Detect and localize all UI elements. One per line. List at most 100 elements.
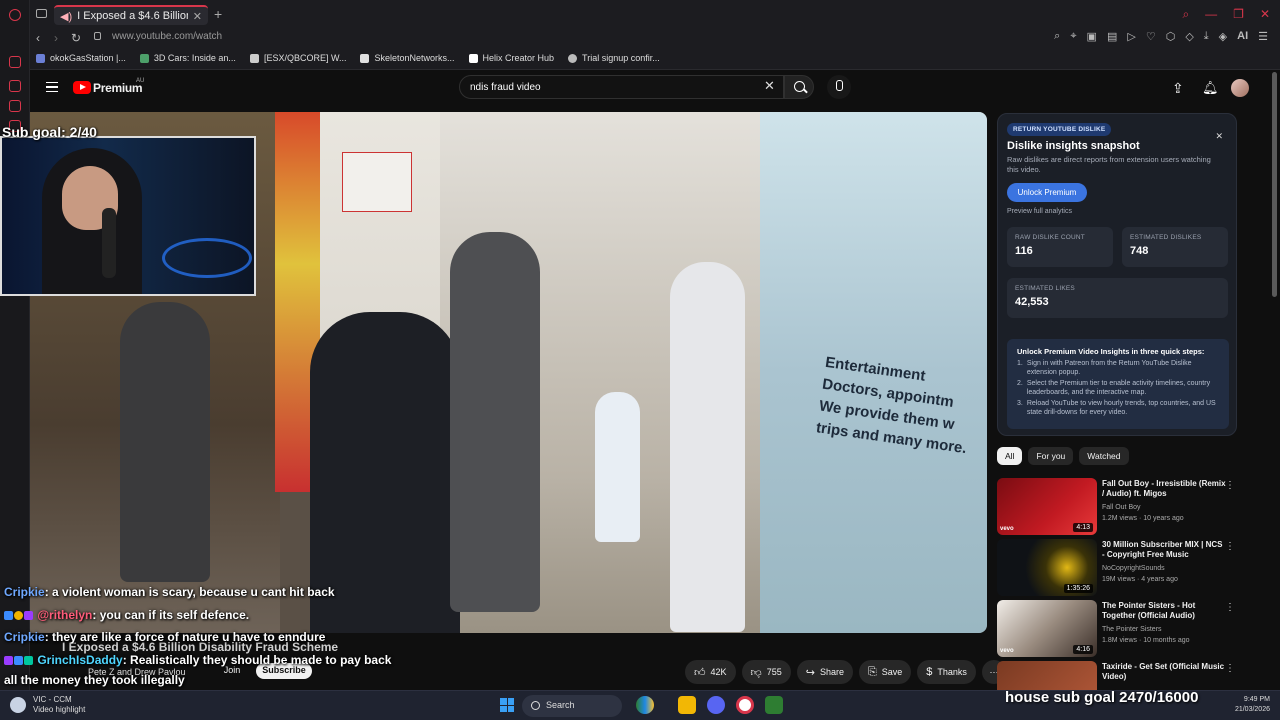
gift-badge-icon [14,611,23,620]
dislike-count: 755 [766,667,782,677]
bookmark-item[interactable]: Helix Creator Hub [468,53,554,63]
recommended-video[interactable]: vevo 4:16 The Pointer Sisters - Hot Toge… [997,600,1237,657]
snapshot-icon[interactable]: ▣ [1087,30,1097,43]
scroll-thumb[interactable] [1272,72,1277,297]
recommended-video[interactable]: 1:35:26 30 Million Subscriber MIX | NCS … [997,539,1237,596]
chip-watched[interactable]: Watched [1079,447,1129,465]
discord-icon[interactable] [707,696,725,714]
bookmark-item[interactable]: [ESX/QBCORE] W... [249,53,346,63]
close-tab-icon[interactable]: ✕ [193,10,202,23]
video-thumbnail[interactable]: 1:35:26 [997,539,1097,596]
filter-chips: All For you Watched [997,447,1129,465]
widgets-button[interactable]: VIC - CCM Video highlight [33,695,85,715]
chip-all[interactable]: All [997,447,1023,465]
video-thumbnail[interactable] [997,661,1097,690]
close-panel-icon[interactable]: ✕ [1215,131,1223,142]
search-tabs-icon[interactable]: ⌕ [1182,7,1189,22]
more-options-icon[interactable]: ⋮ [1225,480,1235,491]
avatar[interactable] [1231,79,1249,97]
taskbar-search[interactable]: Search [522,695,622,717]
search-input[interactable]: ndis fraud video [459,75,784,99]
video-thumbnail[interactable]: vevo 4:13 [997,478,1097,535]
search-button[interactable] [784,75,814,99]
bookmark-icon: ⎘ [867,665,877,678]
pin-icon[interactable]: ⌖ [1070,30,1076,43]
sidebar-refresh-icon[interactable] [9,56,21,68]
tab-islands-icon[interactable] [36,9,47,18]
minimize-icon[interactable]: — [1205,7,1217,22]
file-explorer-icon[interactable] [678,696,696,714]
url-field[interactable]: www.youtube.com/watch [112,31,222,42]
puzzle-icon[interactable]: ◇ [1185,30,1193,43]
page-scrollbar[interactable] [1272,72,1277,692]
webcam-light-ring [162,238,252,278]
recommended-video[interactable]: Taxiride - Get Set (Official Music Video… [997,661,1237,690]
bits-badge-icon [24,611,33,620]
channel-name[interactable]: Fall Out Boy [1102,504,1141,511]
clock[interactable]: 9:49 PM 21/03/2026 [1224,695,1270,715]
excel-icon[interactable] [765,696,783,714]
video-title[interactable]: The Pointer Sisters - Hot Together (Offi… [1102,601,1227,621]
hamburger-menu-icon[interactable] [46,82,58,92]
youtube-logo-icon[interactable] [73,81,91,94]
tab-bar: ◀) I Exposed a $4.6 Billion ✕ + ⌕ — ❐ ✕ [30,0,1280,29]
page-icon[interactable]: ▤ [1107,30,1117,43]
extensions-icon[interactable]: ⬡ [1166,30,1176,43]
channel-name[interactable]: The Pointer Sisters [1102,626,1162,633]
tab-active[interactable]: ◀) I Exposed a $4.6 Billion ✕ [54,5,208,25]
copilot-icon[interactable] [636,696,654,714]
back-icon[interactable]: ‹ [36,31,40,45]
close-window-icon[interactable]: ✕ [1260,7,1270,22]
more-options-icon[interactable]: ⋮ [1225,602,1235,613]
bookmark-label: SkeletonNetworks... [374,53,455,63]
bookmark-item[interactable]: okokGasStation |... [36,53,126,63]
dislike-button[interactable]: 👎︎ 755 [741,660,791,684]
clear-search-icon[interactable]: ✕ [764,78,775,94]
chip-for-you[interactable]: For you [1028,447,1074,465]
video-title[interactable]: Taxiride - Get Set (Official Music Video… [1102,662,1227,682]
like-button[interactable]: 👍︎ 42K [685,660,736,684]
bookmark-item[interactable]: 3D Cars: Inside an... [139,53,236,63]
upload-icon[interactable]: ⇪ [1172,80,1184,97]
more-options-icon[interactable]: ⋮ [1225,663,1235,674]
recommended-video[interactable]: vevo 4:13 Fall Out Boy - Irresistible (R… [997,478,1237,535]
aria-ai-button[interactable]: AI [1237,30,1248,43]
channel-name[interactable]: NoCopyrightSounds [1102,565,1165,572]
unlock-premium-button[interactable]: Unlock Premium [1007,183,1087,202]
download-icon[interactable]: ⤓ [1204,30,1209,43]
sidebar-chat-icon[interactable] [9,100,21,112]
microphone-icon [102,208,116,278]
maximize-icon[interactable]: ❐ [1233,7,1244,22]
notifications-icon[interactable]: 🔔︎ [1202,80,1219,96]
brand-label[interactable]: Premium [93,81,143,95]
weather-icon[interactable] [10,697,26,713]
sidebar-bag-icon[interactable] [9,80,21,92]
share-button[interactable]: ↪ Share [796,660,853,684]
opera-logo-icon[interactable] [9,9,21,21]
house-sub-goal: house sub goal 2470/16000 [1005,689,1199,706]
bookmark-item[interactable]: Trial signup confir... [568,53,660,63]
video-meta: 1.2M views · 10 years ago [1102,515,1184,522]
video-title[interactable]: 30 Million Subscriber MIX | NCS - Copyri… [1102,540,1227,560]
player-icon[interactable]: ▷ [1127,30,1135,43]
new-tab-icon[interactable]: + [214,6,222,22]
forward-icon[interactable]: › [54,31,58,45]
video-title[interactable]: Fall Out Boy - Irresistible (Remix / Aud… [1102,479,1227,499]
zoom-icon[interactable]: ⌕ [1054,30,1060,43]
save-button[interactable]: ⎘ Save [858,660,912,684]
heart-icon[interactable]: ♡ [1146,30,1156,43]
video-thumbnail[interactable]: vevo 4:16 [997,600,1097,657]
reload-icon[interactable]: ↻ [71,31,81,45]
menu-icon[interactable]: ☰ [1258,30,1268,43]
preview-analytics-link[interactable]: Preview full analytics [1007,208,1072,215]
bookmark-item[interactable]: SkeletonNetworks... [360,53,455,63]
start-button-icon[interactable] [500,698,514,712]
opera-taskbar-icon[interactable] [736,696,754,714]
extension-badge: RETURN YOUTUBE DISLIKE [1007,123,1112,136]
voice-search-icon[interactable] [827,75,851,99]
more-options-icon[interactable]: ⋮ [1225,541,1235,552]
wallet-icon[interactable]: ◈ [1219,30,1227,43]
thanks-button[interactable]: $ Thanks [917,660,976,684]
chat-message: @rithelyn: you can if its self defence. [4,608,249,622]
bookmark-label: 3D Cars: Inside an... [153,53,236,63]
